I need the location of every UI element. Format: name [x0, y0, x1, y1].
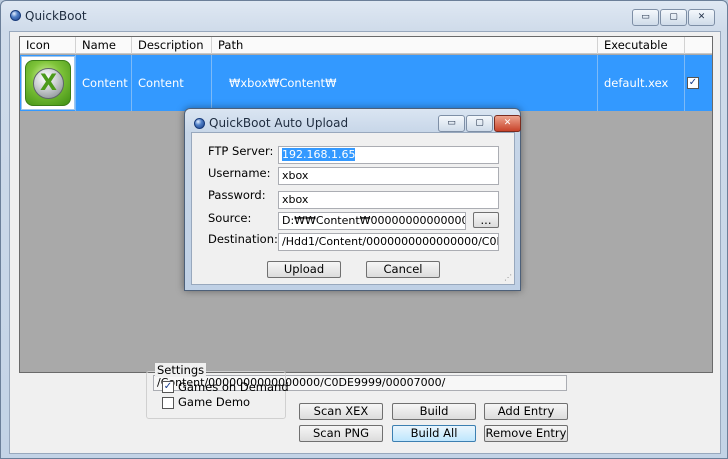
- destination-input[interactable]: /Hdd1/Content/0000000000000000/C0DE9999/: [278, 233, 499, 251]
- games-on-demand-checkbox[interactable]: ✓: [162, 381, 174, 393]
- executable-cell: default.xex: [598, 55, 685, 111]
- close-icon: ✕: [697, 12, 706, 22]
- table-row[interactable]: X Content Content ₩xbox₩Content₩ default…: [20, 55, 712, 111]
- ftp-server-label: FTP Server:: [208, 144, 274, 158]
- dialog-close-button[interactable]: ✕: [494, 115, 521, 132]
- minimize-icon: ▭: [447, 118, 456, 128]
- game-demo-checkbox[interactable]: [162, 397, 174, 409]
- column-header-path[interactable]: Path: [212, 37, 598, 54]
- game-demo-label[interactable]: Game Demo: [178, 395, 250, 409]
- username-label: Username:: [208, 166, 271, 180]
- minimize-button[interactable]: ▭: [632, 9, 659, 26]
- dialog-title: QuickBoot Auto Upload: [209, 116, 349, 130]
- name-cell: Content: [76, 55, 132, 111]
- maximize-button[interactable]: ▢: [660, 9, 687, 26]
- remove-entry-button[interactable]: Remove Entry: [484, 425, 568, 442]
- scan-xex-button[interactable]: Scan XEX: [299, 403, 383, 420]
- icon-frame: X: [21, 56, 75, 110]
- scan-png-button[interactable]: Scan PNG: [299, 425, 383, 442]
- password-label: Password:: [208, 188, 266, 202]
- description-cell: Content: [132, 55, 212, 111]
- auto-upload-dialog: QuickBoot Auto Upload ▭ ▢ ✕ FTP Server: …: [184, 108, 521, 291]
- ftp-server-input[interactable]: 192.168.1.65: [278, 146, 499, 164]
- enabled-cell: ✓: [685, 55, 712, 111]
- column-header-icon[interactable]: Icon: [20, 37, 76, 54]
- column-header-description[interactable]: Description: [132, 37, 212, 54]
- resize-grip-icon[interactable]: ⋰: [504, 274, 512, 282]
- source-input[interactable]: D:₩₩Content₩0000000000000000₩C0: [278, 212, 466, 230]
- column-header-blank: [685, 37, 712, 54]
- grid-header: Icon Name Description Path Executable: [20, 37, 712, 54]
- column-header-executable[interactable]: Executable: [598, 37, 685, 54]
- title-bar[interactable]: QuickBoot ▭ ▢ ✕: [1, 1, 727, 31]
- app-orb-icon: [10, 10, 21, 21]
- maximize-icon: ▢: [669, 12, 678, 22]
- destination-label: Destination:: [208, 232, 278, 246]
- games-on-demand-label[interactable]: Games on Demand: [178, 380, 289, 394]
- add-entry-button[interactable]: Add Entry: [484, 403, 568, 420]
- close-icon: ✕: [503, 118, 512, 128]
- source-label: Source:: [208, 211, 252, 225]
- row-enabled-checkbox[interactable]: ✓: [687, 77, 699, 89]
- dialog-maximize-button[interactable]: ▢: [466, 115, 493, 132]
- dialog-orb-icon: [194, 118, 205, 129]
- upload-button[interactable]: Upload: [267, 261, 341, 278]
- minimize-icon: ▭: [641, 12, 650, 22]
- xbox-logo-icon: X: [25, 60, 71, 106]
- window-title: QuickBoot: [25, 9, 87, 23]
- browse-source-button[interactable]: ...: [473, 212, 499, 228]
- build-button[interactable]: Build: [392, 403, 476, 420]
- settings-title: Settings: [155, 363, 207, 377]
- username-input[interactable]: xbox: [278, 167, 499, 185]
- maximize-icon: ▢: [475, 118, 484, 128]
- column-header-name[interactable]: Name: [76, 37, 132, 54]
- dialog-minimize-button[interactable]: ▭: [438, 115, 465, 132]
- build-all-button[interactable]: Build All: [392, 425, 476, 442]
- cancel-button[interactable]: Cancel: [366, 261, 440, 278]
- settings-group: Settings ✓ Games on Demand Game Demo: [146, 363, 289, 419]
- close-button[interactable]: ✕: [688, 9, 715, 26]
- path-cell: ₩xbox₩Content₩: [212, 55, 598, 111]
- icon-cell: X: [20, 55, 76, 111]
- dialog-client-area: FTP Server: 192.168.1.65 Username: xbox …: [191, 132, 515, 285]
- password-input[interactable]: xbox: [278, 191, 499, 209]
